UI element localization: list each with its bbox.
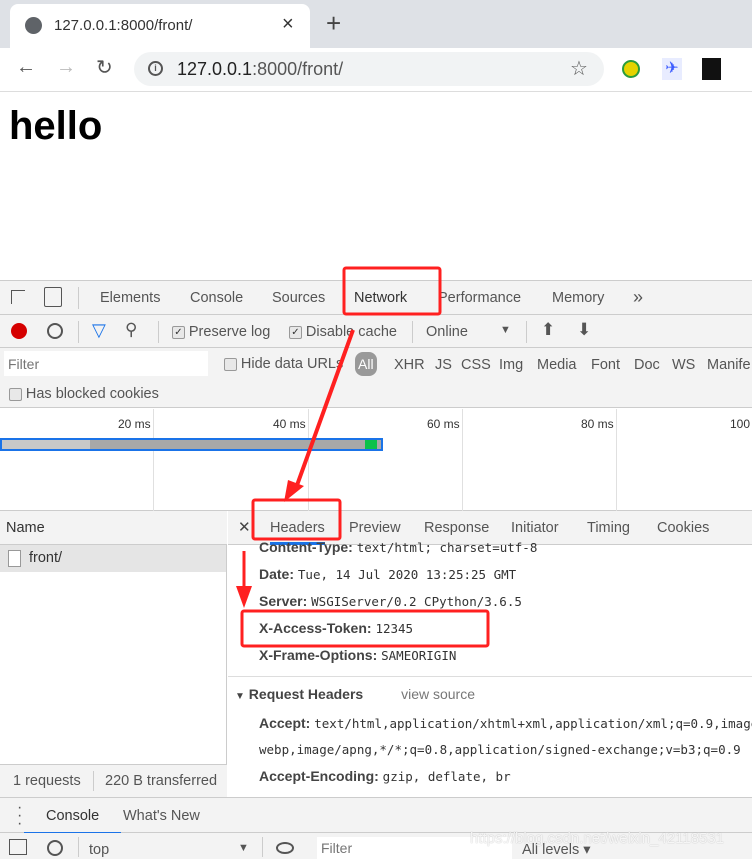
annotation-box-token	[240, 609, 490, 648]
annotation-arrow-line	[294, 329, 355, 489]
annotation-box-headers	[251, 498, 342, 541]
annotation-box-network	[342, 266, 442, 316]
annotation-arrowhead	[236, 586, 252, 608]
annotation-overlay	[236, 266, 490, 648]
